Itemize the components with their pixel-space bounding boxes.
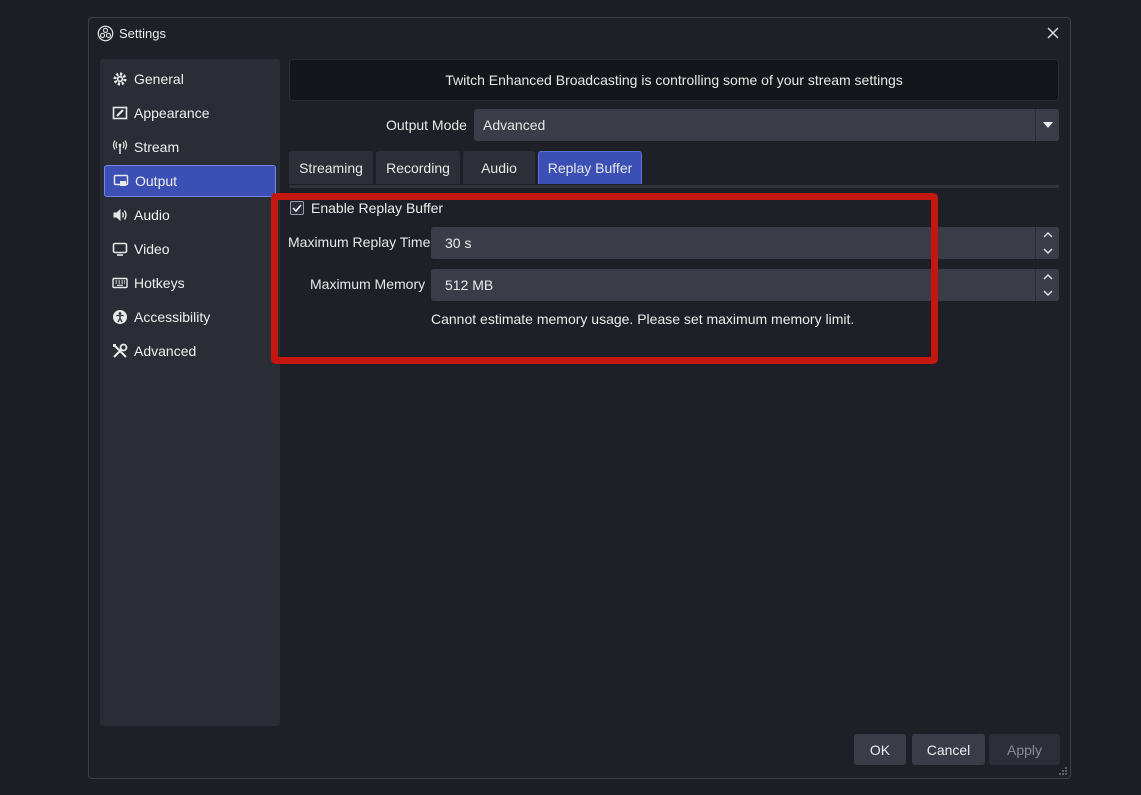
ok-button[interactable]: OK xyxy=(854,734,906,765)
chevron-down-icon[interactable] xyxy=(1036,285,1060,301)
sidebar-item-video[interactable]: Video xyxy=(104,233,276,265)
sidebar-item-accessibility[interactable]: Accessibility xyxy=(104,301,276,333)
tab-audio[interactable]: Audio xyxy=(463,151,535,184)
chevron-down-icon[interactable] xyxy=(1035,109,1059,141)
obs-logo-icon xyxy=(97,25,114,42)
apply-button[interactable]: Apply xyxy=(989,734,1060,765)
sidebar-item-advanced[interactable]: Advanced xyxy=(104,335,276,367)
sidebar-item-output[interactable]: Output xyxy=(104,165,276,197)
sidebar-item-label: Advanced xyxy=(134,343,197,359)
output-mode-label: Output Mode xyxy=(386,117,467,133)
output-mode-value: Advanced xyxy=(483,117,546,133)
tab-recording[interactable]: Recording xyxy=(376,151,460,184)
sidebar-item-audio[interactable]: Audio xyxy=(104,199,276,231)
tab-replay-buffer[interactable]: Replay Buffer xyxy=(538,151,642,184)
sidebar-item-label: Stream xyxy=(134,139,180,155)
sidebar-item-label: Video xyxy=(134,241,170,257)
sidebar-item-label: Accessibility xyxy=(134,309,211,325)
chevron-up-icon[interactable] xyxy=(1036,227,1060,243)
highlight-annotation-box xyxy=(271,193,938,364)
tools-icon xyxy=(112,343,128,359)
chevron-up-icon[interactable] xyxy=(1036,269,1060,285)
tab-streaming[interactable]: Streaming xyxy=(289,151,373,184)
title-bar: Settings xyxy=(89,18,1070,50)
window-title: Settings xyxy=(119,26,166,41)
sidebar-item-hotkeys[interactable]: Hotkeys xyxy=(104,267,276,299)
close-icon[interactable] xyxy=(1044,24,1062,42)
sidebar-item-label: Output xyxy=(135,173,178,189)
sidebar-item-label: General xyxy=(134,71,184,87)
cancel-button[interactable]: Cancel xyxy=(912,734,985,765)
resize-grip-icon[interactable] xyxy=(1058,766,1068,776)
max-replay-time-spin-buttons xyxy=(1035,227,1059,259)
keyboard-icon xyxy=(112,275,128,291)
appearance-icon xyxy=(112,105,128,121)
accessibility-icon xyxy=(112,309,128,325)
output-mode-select[interactable]: Advanced xyxy=(474,109,1059,141)
chevron-down-icon[interactable] xyxy=(1036,243,1060,259)
sidebar-item-general[interactable]: General xyxy=(104,63,276,95)
sidebar-item-appearance[interactable]: Appearance xyxy=(104,97,276,129)
settings-window: Settings General Appearance Stream Outpu… xyxy=(88,17,1071,779)
broadcasting-banner: Twitch Enhanced Broadcasting is controll… xyxy=(289,59,1059,101)
sidebar-item-label: Audio xyxy=(134,207,170,223)
gear-icon xyxy=(112,71,128,87)
sidebar-item-stream[interactable]: Stream xyxy=(104,131,276,163)
sidebar-item-label: Appearance xyxy=(134,105,210,121)
monitor-icon xyxy=(112,241,128,257)
speaker-icon xyxy=(112,207,128,223)
antenna-icon xyxy=(112,139,128,155)
settings-sidebar: General Appearance Stream Output Audio V… xyxy=(100,59,280,726)
sidebar-item-label: Hotkeys xyxy=(134,275,185,291)
max-memory-spin-buttons xyxy=(1035,269,1059,301)
output-icon xyxy=(113,173,129,189)
tab-underline xyxy=(289,185,1059,188)
